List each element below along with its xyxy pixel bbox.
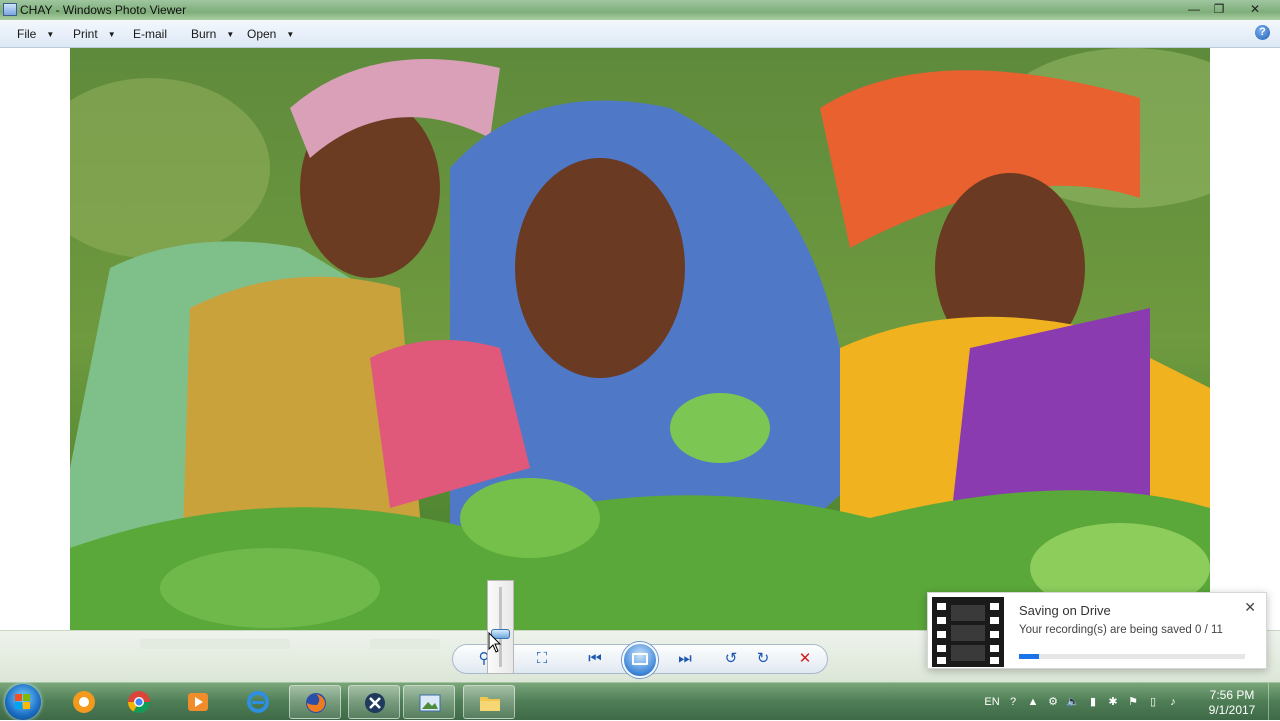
minimize-button[interactable]: — xyxy=(1183,1,1205,17)
taskbar-media-player[interactable] xyxy=(172,685,224,719)
previous-icon[interactable]: ⏮ xyxy=(584,649,606,669)
toolbar-background-ghost xyxy=(370,639,440,649)
save-progress-bar xyxy=(1019,654,1245,659)
notification-message: Your recording(s) are being saved 0 / 11 xyxy=(1019,624,1223,636)
menu-open[interactable]: Open ▼ xyxy=(247,27,294,41)
chevron-down-icon: ▼ xyxy=(286,30,295,39)
taskbar-uc-browser[interactable] xyxy=(58,685,110,719)
internet-explorer-icon xyxy=(247,691,269,713)
firefox-icon xyxy=(306,693,326,713)
network-icon[interactable]: ▮ xyxy=(1086,695,1100,709)
menu-file[interactable]: File ▼ xyxy=(17,27,54,41)
menu-bar: File ▼ Print ▼ E-mail Burn ▼ Open ▼ ? xyxy=(0,20,1280,48)
help-tray-icon[interactable]: ? xyxy=(1006,695,1020,709)
zoom-slider[interactable] xyxy=(487,580,514,674)
notification-title: Saving on Drive xyxy=(1019,603,1111,618)
window-title: CHAY - Windows Photo Viewer xyxy=(20,3,187,17)
menu-email[interactable]: E-mail xyxy=(133,27,167,41)
speaker-icon[interactable]: ♪ xyxy=(1166,695,1180,709)
taskbar-photo-viewer[interactable] xyxy=(403,685,455,719)
notification-close-icon[interactable]: ✕ xyxy=(1244,599,1256,616)
photo-viewer-app-icon[interactable] xyxy=(3,3,17,16)
help-icon[interactable]: ? xyxy=(1255,25,1270,40)
menu-burn[interactable]: Burn ▼ xyxy=(191,27,234,41)
next-icon[interactable]: ⏭ xyxy=(674,649,696,669)
start-button[interactable] xyxy=(5,684,41,720)
show-desktop-button[interactable] xyxy=(1268,683,1280,721)
chevron-down-icon: ▼ xyxy=(226,30,235,39)
windows-logo-icon xyxy=(15,694,30,709)
rotate-clockwise-icon[interactable]: ↻ xyxy=(752,649,774,669)
system-tray: EN ? ▲ ⚙ 🔈 ▮ ✱ ⚑ ▯ ♪ xyxy=(980,683,1200,721)
menu-print-label: Print xyxy=(73,27,98,41)
photo-illustration xyxy=(70,48,1210,630)
volume-muted-icon[interactable]: 🔈 xyxy=(1066,695,1080,709)
menu-open-label: Open xyxy=(247,27,277,41)
antivirus-icon[interactable]: ✱ xyxy=(1106,695,1120,709)
title-bar[interactable]: CHAY - Windows Photo Viewer — ❐ ✕ xyxy=(0,0,1280,20)
battery-icon[interactable]: ▯ xyxy=(1146,695,1160,709)
zoom-slider-track[interactable] xyxy=(499,587,502,667)
film-strip-icon xyxy=(932,597,1004,667)
show-hidden-icons-icon[interactable]: ▲ xyxy=(1026,695,1040,709)
chevron-down-icon: ▼ xyxy=(107,30,116,39)
media-player-icon xyxy=(188,693,208,711)
mouse-cursor-icon xyxy=(488,632,502,653)
photo-viewer-canvas[interactable] xyxy=(0,48,1280,630)
usb-icon[interactable]: ⚙ xyxy=(1046,695,1060,709)
toolbar-background-ghost xyxy=(140,639,290,649)
clock-time: 7:56 PM xyxy=(1209,688,1255,702)
menu-burn-label: Burn xyxy=(191,27,217,41)
rotate-counterclockwise-icon[interactable]: ↺ xyxy=(720,649,742,669)
chevron-down-icon: ▼ xyxy=(46,30,55,39)
maximize-button[interactable]: ❐ xyxy=(1208,1,1230,17)
slideshow-icon xyxy=(632,653,648,665)
clock-date: 9/1/2017 xyxy=(1208,703,1256,717)
folder-icon xyxy=(480,697,500,711)
menu-file-label: File xyxy=(17,27,37,41)
photo-viewer-icon xyxy=(419,694,441,712)
uc-browser-icon xyxy=(73,691,95,713)
taskbar-clock[interactable]: 7:56 PM 9/1/2017 xyxy=(1206,688,1258,718)
displayed-photo xyxy=(70,48,1210,630)
saving-notification[interactable]: Saving on Drive Your recording(s) are be… xyxy=(927,592,1267,669)
actual-size-icon[interactable]: ⛶ xyxy=(531,649,553,669)
taskbar-x-app[interactable] xyxy=(348,685,400,719)
close-button[interactable]: ✕ xyxy=(1244,1,1266,17)
save-progress-fill xyxy=(1019,654,1040,659)
x-app-icon xyxy=(365,693,385,713)
taskbar-firefox[interactable] xyxy=(289,685,341,719)
taskbar-chrome[interactable] xyxy=(113,685,165,719)
taskbar-file-explorer[interactable] xyxy=(463,685,515,719)
menu-email-label: E-mail xyxy=(133,27,168,41)
slideshow-button[interactable] xyxy=(622,642,658,678)
chrome-icon xyxy=(128,691,150,713)
language-indicator[interactable]: EN xyxy=(983,695,1001,709)
delete-icon[interactable]: ✕ xyxy=(794,649,816,669)
taskbar-internet-explorer[interactable] xyxy=(232,685,284,719)
taskbar: EN ? ▲ ⚙ 🔈 ▮ ✱ ⚑ ▯ ♪ 7:56 PM 9/1/2017 xyxy=(0,682,1280,721)
menu-print[interactable]: Print ▼ xyxy=(73,27,116,41)
flag-icon[interactable]: ⚑ xyxy=(1126,695,1140,709)
